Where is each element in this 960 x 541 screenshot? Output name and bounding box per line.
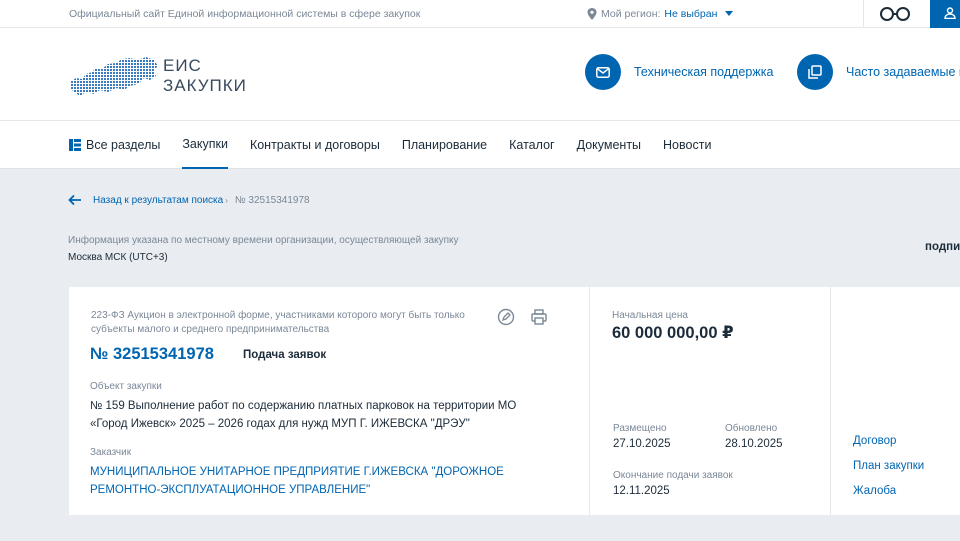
logo-text: ЕИС ЗАКУПКИ [163, 56, 247, 95]
site-header: ЕИС ЗАКУПКИ Техническая поддержка Часто … [0, 28, 960, 121]
location-pin-icon [587, 8, 597, 20]
breadcrumb-current: № 32515341978 [234, 194, 310, 206]
russia-map-icon [70, 57, 158, 96]
tech-support-label: Техническая поддержка [634, 65, 774, 79]
subscribe-link[interactable]: подпи [925, 241, 960, 253]
back-to-results-link[interactable]: Назад к результатам поиска [93, 195, 223, 206]
updated-date: 28.10.2025 [725, 438, 783, 450]
eis-logo[interactable]: ЕИС ЗАКУПКИ [68, 54, 258, 100]
faq-link[interactable]: Часто задаваемые в [797, 54, 960, 90]
user-icon [944, 7, 956, 19]
nav-label: Все разделы [86, 138, 161, 152]
object-label: Объект закупки [90, 381, 162, 392]
deadline-label: Окончание подачи заявок [613, 470, 733, 481]
faq-icon [797, 54, 833, 90]
mail-icon [585, 54, 621, 90]
purchase-plan-link[interactable]: План закупки [853, 460, 924, 472]
posted-label: Размещено [613, 423, 667, 434]
top-bar: Официальный сайт Единой информационной с… [0, 0, 960, 34]
print-icon[interactable] [530, 308, 548, 326]
breadcrumb: Назад к результатам поиска › № 325153419… [68, 194, 310, 206]
updated-label: Обновлено [725, 423, 778, 434]
timezone-note: Информация указана по местному времени о… [68, 235, 459, 246]
customer-link[interactable]: МУНИЦИПАЛЬНОЕ УНИТАРНОЕ ПРЕДПРИЯТИЕ Г.ИЖ… [90, 463, 520, 499]
chevron-down-icon[interactable] [725, 11, 734, 17]
deadline-date: 12.11.2025 [613, 485, 670, 497]
nav-contracts[interactable]: Контракты и договоры [250, 121, 380, 169]
initial-price: 60 000 000,00 ₽ [612, 324, 734, 342]
contract-link[interactable]: Договор [853, 435, 896, 447]
arrow-left-icon[interactable] [68, 194, 82, 206]
posted-date: 27.10.2025 [613, 438, 671, 450]
site-name: Официальный сайт Единой информационной с… [69, 8, 421, 20]
price-label: Начальная цена [612, 310, 688, 321]
procurement-stage: Подача заявок [243, 349, 327, 361]
timezone-value: Москва МСК (UTC+3) [68, 252, 168, 263]
card-divider [589, 287, 590, 515]
sections-grid-icon [69, 139, 81, 151]
nav-catalog[interactable]: Каталог [509, 121, 554, 169]
accessibility-glasses-icon[interactable] [878, 6, 912, 22]
complaint-link[interactable]: Жалоба [853, 485, 896, 497]
nav-all-sections[interactable]: Все разделы [69, 121, 160, 169]
registry-number[interactable]: № 32515341978 [90, 345, 214, 364]
customer-label: Заказчик [90, 447, 132, 458]
region-value[interactable]: Не выбран [664, 8, 717, 20]
main-nav: Все разделы Закупки Контракты и договоры… [0, 121, 960, 169]
topbar-divider [863, 0, 864, 28]
procurement-object: № 159 Выполнение работ по содержанию пла… [90, 400, 517, 430]
nav-documents[interactable]: Документы [577, 121, 641, 169]
breadcrumb-separator: › [225, 195, 228, 205]
card-divider [830, 287, 831, 515]
region-label: Мой регион: [601, 8, 661, 20]
tech-support-link[interactable]: Техническая поддержка [585, 54, 773, 90]
region-selector[interactable]: Мой регион: Не выбран [587, 8, 734, 20]
nav-news[interactable]: Новости [663, 121, 711, 169]
nav-planning[interactable]: Планирование [402, 121, 487, 169]
purchase-card: 223-ФЗ Аукцион в электронной форме, учас… [69, 287, 960, 515]
faq-label: Часто задаваемые в [846, 65, 960, 79]
nav-purchases[interactable]: Закупки [182, 121, 228, 169]
signature-icon[interactable] [497, 308, 515, 326]
procurement-type: 223-ФЗ Аукцион в электронной форме, учас… [91, 310, 465, 335]
